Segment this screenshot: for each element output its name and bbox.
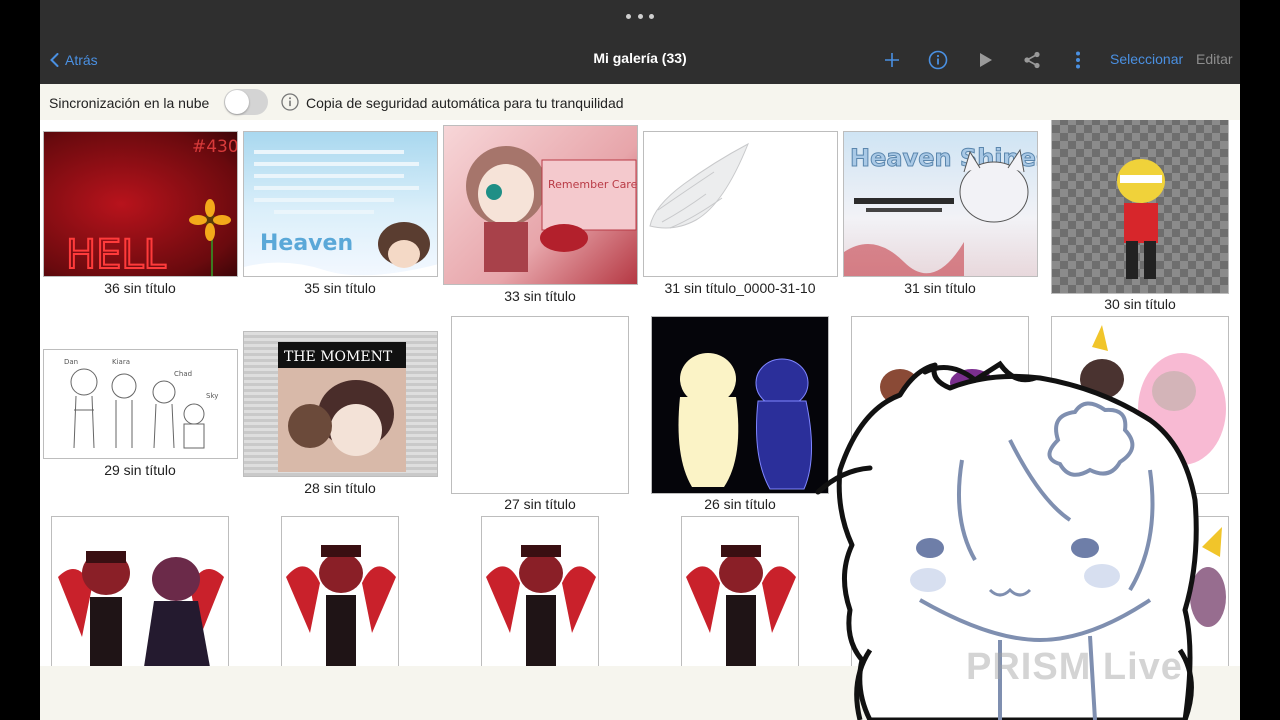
artwork-thumbnail: Heaven xyxy=(243,131,438,277)
info-icon[interactable] xyxy=(926,48,950,72)
gallery-item[interactable]: 30 sin título xyxy=(1040,120,1240,315)
gallery-item[interactable]: Heaven Shines with the Souls 31 sin títu… xyxy=(840,120,1040,310)
item-caption: 27 sin título xyxy=(504,496,576,512)
select-button[interactable]: Seleccionar xyxy=(1110,51,1183,67)
gallery-item[interactable] xyxy=(270,516,410,666)
play-icon[interactable] xyxy=(974,48,998,72)
chevron-left-icon xyxy=(50,53,59,67)
back-label: Atrás xyxy=(65,52,98,68)
artwork-thumbnail xyxy=(281,516,399,666)
artwork-thumbnail: Remember Care Your Self xyxy=(443,125,638,285)
artwork-thumbnail xyxy=(1051,516,1229,666)
more-vertical-icon[interactable] xyxy=(1066,48,1090,72)
multitasking-dots-icon[interactable] xyxy=(626,14,654,22)
artwork-thumbnail xyxy=(1051,120,1229,294)
gallery-item[interactable]: Remember Care Your Self 33 sin título xyxy=(440,120,640,310)
svg-text:Chad: Chad xyxy=(174,370,192,378)
artwork-thumbnail: THE MOMENT xyxy=(243,331,438,477)
svg-text:Sky: Sky xyxy=(206,392,218,400)
plus-icon[interactable] xyxy=(880,48,904,72)
gallery-item[interactable]: 26 sin título xyxy=(640,316,840,516)
artwork-thumbnail xyxy=(851,516,1029,666)
gallery-item[interactable]: #430 HELL 36 sin título xyxy=(40,120,240,310)
toggle-knob xyxy=(225,90,249,114)
artwork-thumbnail xyxy=(851,316,1029,494)
page-title: Mi galería (33) xyxy=(593,50,687,66)
backup-description: Copia de seguridad automática para tu tr… xyxy=(306,95,624,111)
item-caption: 33 sin título xyxy=(504,288,576,304)
item-caption: 31 sin título_0000-31-10 xyxy=(664,280,816,296)
artwork-thumbnail xyxy=(681,516,799,666)
artwork-thumbnail: #430 HELL xyxy=(43,131,238,277)
svg-text:#430: #430 xyxy=(192,137,238,157)
cloud-sync-label: Sincronización en la nube xyxy=(49,95,210,111)
item-caption: 26 sin título xyxy=(704,496,776,512)
artwork-thumbnail xyxy=(51,516,229,666)
gallery-item[interactable]: 27 sin título xyxy=(440,316,640,516)
gallery-item[interactable] xyxy=(40,516,240,666)
artwork-thumbnail: Heaven Shines with the Souls xyxy=(843,131,1038,277)
svg-text:Dan: Dan xyxy=(64,358,78,366)
item-caption: 31 sin título xyxy=(904,280,976,296)
svg-text:Heaven: Heaven xyxy=(260,231,353,256)
edit-button[interactable]: Editar xyxy=(1196,51,1233,67)
gallery-item[interactable]: THE MOMENT 28 sin título xyxy=(240,316,440,516)
item-caption: 29 sin título xyxy=(104,462,176,478)
item-caption: 30 sin título xyxy=(1104,296,1176,312)
item-caption: 36 sin título xyxy=(104,280,176,296)
artwork-thumbnail xyxy=(643,131,838,277)
back-button[interactable]: Atrás xyxy=(50,50,98,70)
gallery-item[interactable]: 31 sin título_0000-31-10 xyxy=(640,120,840,310)
share-icon[interactable] xyxy=(1020,48,1044,72)
cloud-sync-row: Sincronización en la nube Copia de segur… xyxy=(40,84,1240,120)
artwork-thumbnail xyxy=(1051,316,1229,494)
svg-text:Remember Care Your Self: Remember Care Your Self xyxy=(548,178,638,191)
gallery-screen: Atrás Mi galería (33) Seleccionar Editar… xyxy=(40,0,1240,720)
gallery-item[interactable] xyxy=(840,516,1040,666)
top-bar: Atrás Mi galería (33) Seleccionar Editar xyxy=(40,0,1240,84)
artwork-thumbnail: Dan Kiara Chad Sky xyxy=(43,349,238,459)
svg-text:THE MOMENT: THE MOMENT xyxy=(284,349,393,365)
svg-text:HELL: HELL xyxy=(66,232,167,277)
artwork-thumbnail xyxy=(451,316,629,494)
bottom-area xyxy=(40,666,1240,720)
svg-text:Kiara: Kiara xyxy=(112,358,130,366)
artwork-thumbnail xyxy=(481,516,599,666)
cloud-sync-toggle[interactable] xyxy=(224,89,268,115)
gallery-item[interactable] xyxy=(1040,316,1240,516)
gallery-item[interactable] xyxy=(670,516,810,666)
gallery-item[interactable]: Heaven 35 sin título xyxy=(240,120,440,310)
artwork-thumbnail xyxy=(651,316,829,494)
gallery-item[interactable] xyxy=(840,316,1040,516)
item-caption: 28 sin título xyxy=(304,480,376,496)
gallery-item[interactable] xyxy=(1040,516,1240,666)
gallery-grid: #430 HELL 36 sin título Heaven 35 sin tí… xyxy=(40,120,1240,666)
item-caption: 35 sin título xyxy=(304,280,376,296)
info-icon[interactable] xyxy=(281,93,299,111)
gallery-item[interactable]: Dan Kiara Chad Sky 29 sin título xyxy=(40,316,240,516)
gallery-item[interactable] xyxy=(470,516,610,666)
